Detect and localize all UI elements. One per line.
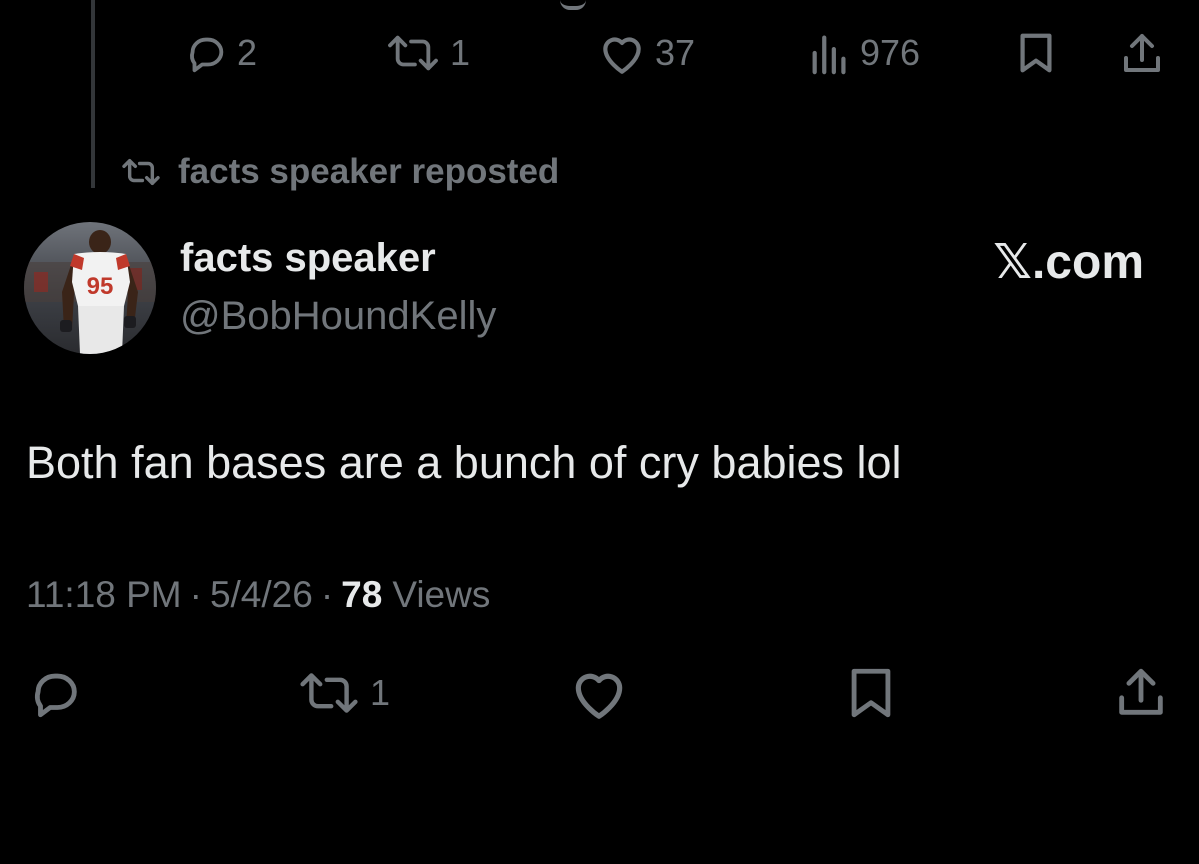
repost-count: 1 [450, 32, 471, 73]
heart-icon [603, 37, 641, 74]
repost-button[interactable]: 1 [296, 666, 390, 720]
view-count: 976 [860, 32, 921, 73]
reply-icon [190, 37, 224, 73]
source-label: 𝕏.com [993, 236, 1144, 289]
bookmark-icon [1020, 33, 1052, 73]
reply-icon [34, 673, 77, 718]
bookmark-button[interactable] [846, 664, 896, 722]
views-count[interactable]: 78 [341, 574, 382, 616]
tweet-time[interactable]: 11:18 PM [26, 574, 182, 616]
reply-button[interactable]: 2 [183, 30, 257, 76]
repost-count: 1 [370, 672, 391, 713]
meta-separator: · [189, 574, 202, 615]
tweet-action-bar: 1 [0, 662, 1199, 722]
avatar-image: 95 [24, 222, 156, 354]
repost-icon [388, 35, 438, 71]
author-display-name[interactable]: facts speaker [180, 236, 436, 281]
reply-count: 2 [237, 32, 258, 73]
tweet-metadata: 11:18 PM · 5/4/26 · 78 Views [26, 574, 490, 616]
repost-button[interactable]: 1 [384, 30, 470, 76]
previous-tweet-action-bar: 2 1 37 976 [0, 24, 1199, 84]
views-label[interactable]: Views [392, 574, 490, 616]
like-count: 37 [655, 32, 696, 73]
repost-icon [300, 673, 358, 713]
author-handle[interactable]: @BobHoundKelly [180, 294, 496, 339]
like-button[interactable] [568, 664, 630, 722]
share-icon [1119, 668, 1163, 715]
previous-tweet-text-fragment [560, 0, 586, 10]
share-button[interactable] [1118, 30, 1166, 78]
avatar[interactable]: 95 [24, 222, 156, 354]
share-button[interactable] [1112, 664, 1170, 722]
tweet-text: Both fan bases are a bunch of cry babies… [26, 437, 902, 488]
analytics-bars-icon [812, 35, 846, 75]
reply-button[interactable] [26, 664, 84, 722]
social-context[interactable]: facts speaker reposted [118, 152, 559, 192]
bookmark-button[interactable] [1016, 30, 1056, 76]
share-icon [1124, 34, 1160, 72]
repost-label-text: facts speaker reposted [178, 152, 560, 191]
like-button[interactable]: 37 [597, 30, 695, 76]
meta-separator: · [320, 574, 334, 615]
tweet-date[interactable]: 5/4/26 [210, 574, 313, 616]
svg-text:95: 95 [87, 273, 114, 300]
bookmark-icon [851, 668, 891, 718]
views-button[interactable]: 976 [808, 30, 920, 76]
repost-icon [122, 158, 160, 186]
heart-icon [575, 673, 623, 719]
